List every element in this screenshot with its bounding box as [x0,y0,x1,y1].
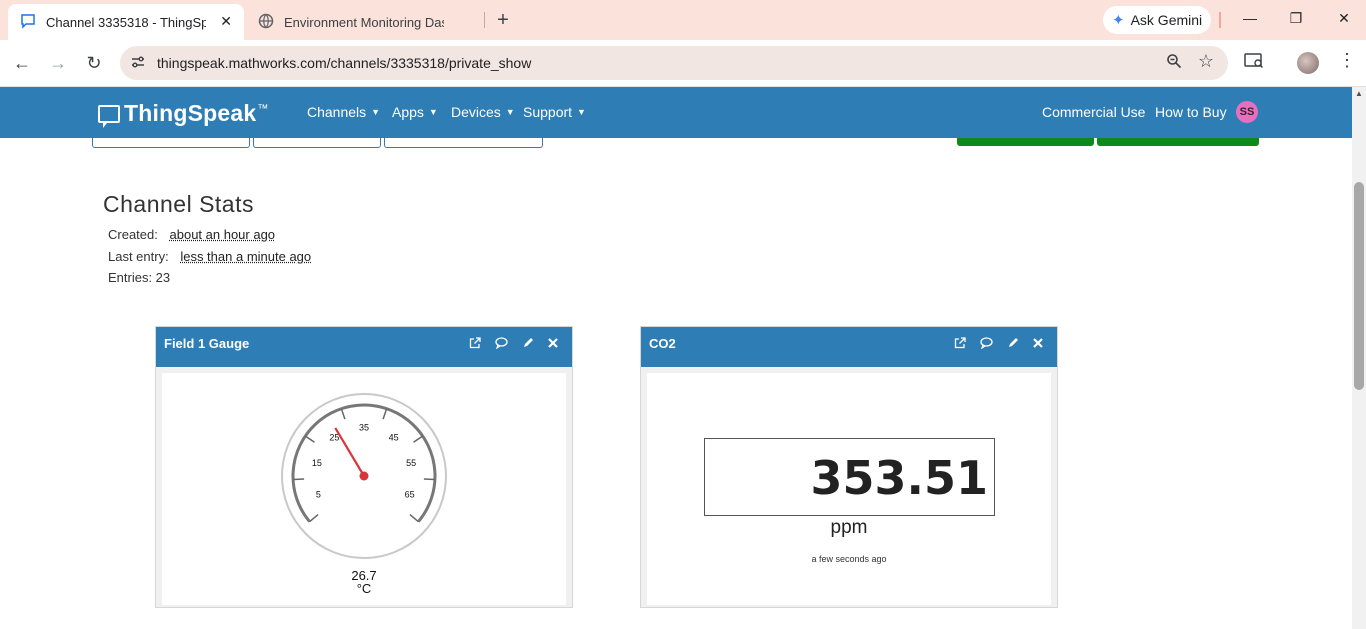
caret-down-icon: ▼ [577,107,586,117]
ask-gemini-button[interactable]: ✦ Ask Gemini [1103,6,1211,34]
close-window-button[interactable]: ✕ [1334,10,1354,27]
gauge-tick-label: 35 [359,423,369,433]
scrollbar-thumb[interactable] [1354,182,1364,390]
widget-title: Field 1 Gauge [164,336,250,351]
thingspeak-logo[interactable]: ThingSpeak ™ [98,100,269,128]
widget-body: 353.51 ppm a few seconds ago [647,373,1051,605]
bookmark-star-icon[interactable]: ☆ [1198,51,1214,72]
new-tab-button[interactable]: + [492,8,514,32]
edit-pencil-icon[interactable] [1007,337,1019,352]
trademark: ™ [257,102,269,115]
brand-name: ThingSpeak [124,100,257,126]
last-entry-value: less than a minute ago [180,249,312,264]
numeric-display-box: 353.51 [704,438,995,516]
external-link-icon[interactable] [469,337,481,352]
gauge-tick-label: 45 [389,432,399,442]
menu-apps[interactable]: Apps ▼ [392,104,438,120]
ask-gemini-label: Ask Gemini [1130,12,1203,28]
gauge-tick-label: 65 [405,489,415,499]
widget-header: CO2 [641,327,1057,367]
comment-icon[interactable] [495,337,508,352]
close-widget-icon[interactable] [1033,337,1043,352]
gauge-major-tick [293,478,305,481]
kebab-menu-icon[interactable]: ⋮ [1338,50,1356,71]
widget-title: CO2 [649,336,676,351]
widget-body: 5 15 25 35 45 55 65 26.7 °C [162,373,566,605]
how-to-buy-link[interactable]: How to Buy [1155,104,1227,120]
address-bar[interactable]: thingspeak.mathworks.com/channels/333531… [120,46,1228,80]
gauge-tick-label: 5 [316,489,321,499]
back-arrow-icon[interactable]: ← [11,52,33,74]
page-scrollbar[interactable]: ▲ [1352,87,1366,629]
zoom-icon[interactable] [1166,53,1182,73]
menu-label: Support [523,104,573,120]
menu-label: Channels [307,104,367,120]
menu-label: Devices [451,104,501,120]
gemini-sparkle-icon: ✦ [1112,12,1125,29]
scroll-up-icon[interactable]: ▲ [1355,89,1363,98]
co2-value: 353.51 [810,451,988,505]
created-label: Created: [108,227,158,242]
gauge-units: °C [356,581,372,596]
close-widget-icon[interactable] [548,337,558,352]
tab-separator [484,12,485,28]
site-info-icon[interactable] [130,54,148,72]
reload-icon[interactable]: ↻ [83,52,105,74]
cast-search-icon[interactable] [1244,52,1264,75]
tab-title: Environment Monitoring Dashb [284,14,444,30]
co2-widget: CO2 353.51 ppm a few seconds ago [640,326,1058,608]
tab-environment-dashboard[interactable]: Environment Monitoring Dashb [246,4,484,40]
logo-bubble-icon [98,104,120,128]
edit-pencil-icon[interactable] [522,337,534,352]
menu-label: Apps [392,104,424,120]
channel-action-button[interactable] [253,138,381,148]
caret-down-icon: ▼ [371,107,381,117]
channel-stats-heading: Channel Stats [103,191,254,217]
channel-action-button[interactable] [92,138,250,148]
widget-header: Field 1 Gauge [156,327,572,367]
tab-title: Channel 3335318 - ThingSpeak [46,14,206,30]
gauge-widget: Field 1 Gauge 5 15 25 35 45 55 65 26.7 °C [155,326,573,608]
profile-avatar[interactable] [1297,52,1319,74]
browser-toolbar: ← → ↻ thingspeak.mathworks.com/channels/… [0,40,1366,87]
external-link-icon[interactable] [954,337,966,352]
window-separator [1219,12,1221,28]
green-action-button[interactable] [1097,138,1259,146]
gauge-tick-label: 15 [312,458,322,468]
close-tab-icon[interactable]: ✕ [220,13,232,30]
menu-support[interactable]: Support ▼ [523,104,586,120]
browser-tab-strip: Channel 3335318 - ThingSpeak ✕ Environme… [0,0,1366,40]
caret-down-icon: ▼ [428,107,438,117]
gauge-tick-label: 55 [406,458,416,468]
forward-arrow-icon[interactable]: → [47,52,69,74]
tab-channel[interactable]: Channel 3335318 - ThingSpeak ✕ [8,4,244,40]
co2-units: ppm [830,517,868,538]
comment-icon[interactable] [980,337,993,352]
caret-down-icon: ▼ [505,107,515,117]
gauge-needle-hub [359,471,369,481]
created-value: about an hour ago [169,227,276,242]
maximize-button[interactable]: ❐ [1286,10,1306,27]
user-avatar[interactable]: SS [1236,101,1258,123]
last-entry-label: Last entry: [108,249,169,264]
globe-icon [258,13,274,32]
entries-stat: Entries: 23 [108,270,171,285]
last-entry-stat: Last entry: less than a minute ago [108,249,311,264]
menu-channels[interactable]: Channels ▼ [307,104,380,120]
green-action-button[interactable] [957,138,1094,146]
site-navbar: ThingSpeak ™ Channels ▼ Apps ▼ Devices ▼ Su… [0,87,1352,138]
created-stat: Created: about an hour ago [108,227,275,242]
menu-devices[interactable]: Devices ▼ [451,104,515,120]
url-text[interactable]: thingspeak.mathworks.com/channels/333531… [157,55,531,71]
co2-updated-time: a few seconds ago [811,554,887,564]
commercial-use-link[interactable]: Commercial Use [1042,104,1145,120]
gauge-major-tick [423,478,435,481]
chat-bubble-icon [20,13,36,32]
minimize-button[interactable]: — [1240,10,1260,26]
channel-action-button[interactable] [384,138,543,148]
